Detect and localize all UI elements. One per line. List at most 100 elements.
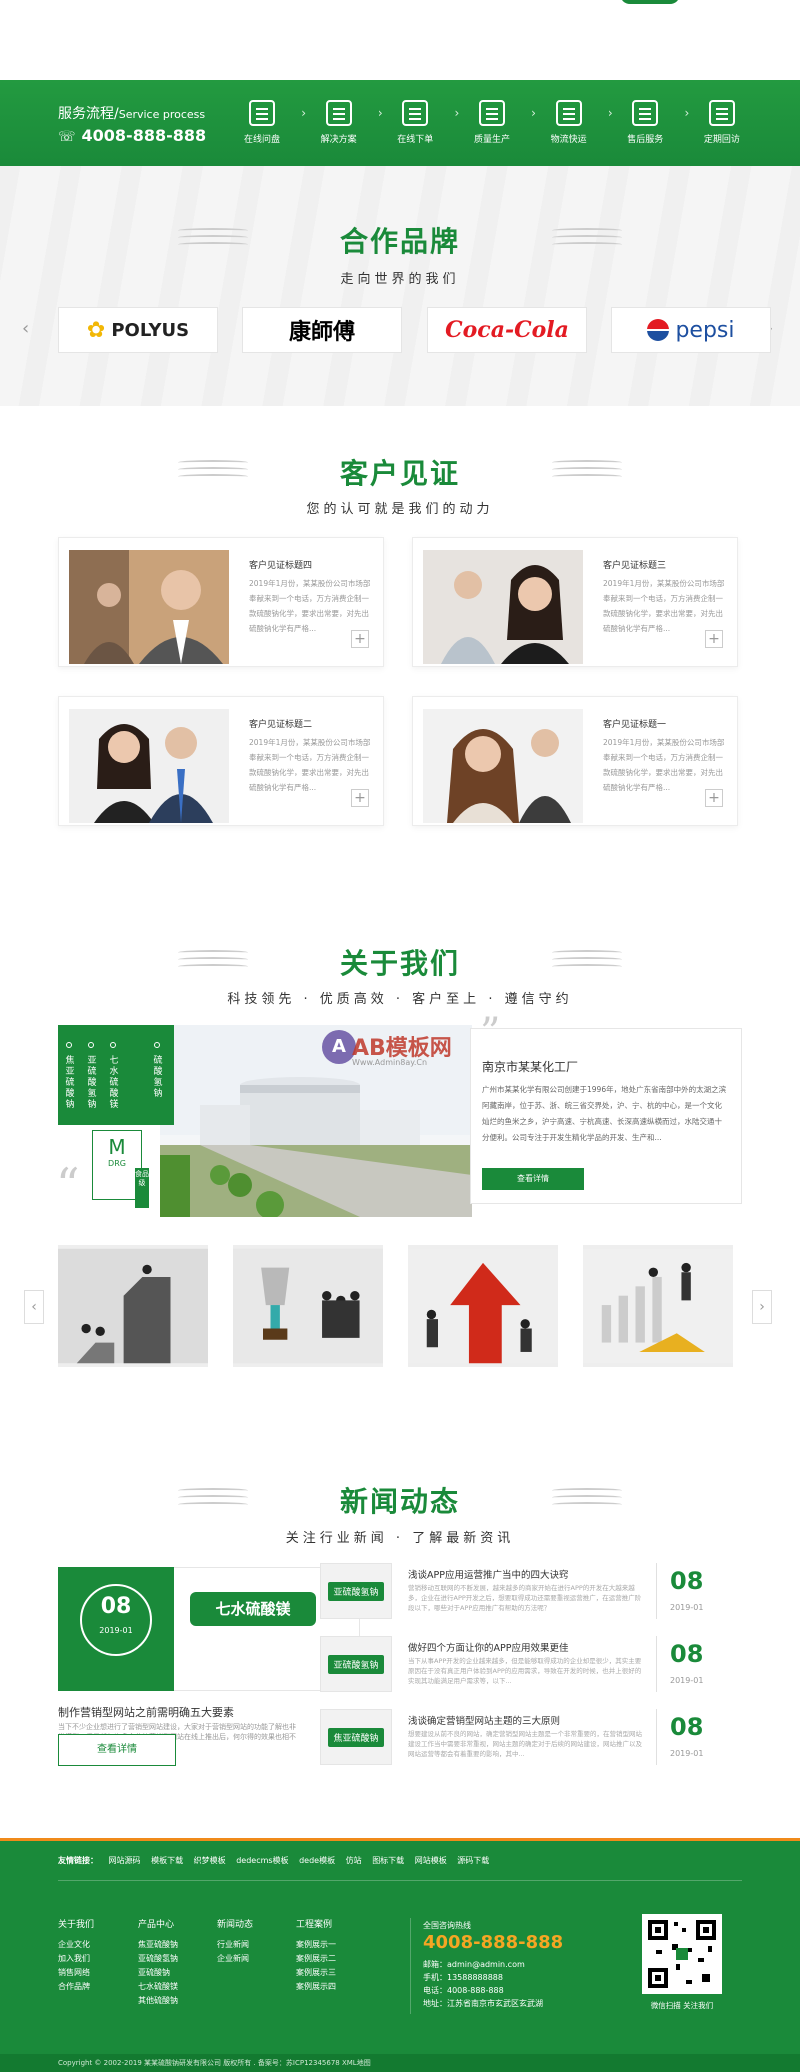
chevron-left-icon[interactable]: ‹	[24, 1290, 44, 1324]
footer-col-title[interactable]: 关于我们	[58, 1918, 94, 1932]
footer-col-title[interactable]: 工程案例	[296, 1918, 336, 1932]
service-title-zh: 服务流程/	[58, 106, 119, 122]
footer-link[interactable]: 焦亚硫酸钠	[138, 1938, 178, 1952]
friend-link[interactable]: 织梦模板	[194, 1856, 226, 1865]
footer-col-title[interactable]: 新闻动态	[217, 1918, 253, 1932]
service-step[interactable]: 在线下单 ›	[385, 96, 459, 156]
footer-link[interactable]: 案例展示二	[296, 1952, 336, 1966]
friend-link[interactable]: 图标下载	[372, 1856, 404, 1865]
news-title: 新闻动态	[339, 1485, 460, 1518]
headset-icon	[632, 100, 659, 126]
news-item-month: 2019-01	[670, 1676, 704, 1685]
footer-link[interactable]: 加入我们	[58, 1952, 94, 1966]
hotline-number: 4008-888-888	[423, 1932, 564, 1953]
friend-link[interactable]: 源码下载	[457, 1856, 489, 1865]
testimonial-title[interactable]: 客户见证标题一	[603, 717, 666, 730]
brand-label: pepsi	[675, 317, 735, 343]
footer-divider	[58, 1880, 742, 1881]
chevron-left-icon[interactable]: ‹	[22, 318, 29, 339]
footer-link[interactable]: 合作品牌	[58, 1980, 94, 1994]
plus-icon[interactable]: +	[351, 789, 369, 807]
friend-link[interactable]: 网站模板	[415, 1856, 447, 1865]
news-item-text: 想要建设从前不良的网站，确定营销型网站主题是一个非常重要的，在营销型网站建设工作…	[408, 1730, 642, 1758]
footer-link[interactable]: 案例展示四	[296, 1980, 336, 1994]
product-tag: 食品级	[135, 1168, 149, 1208]
footer-link[interactable]: 企业文化	[58, 1938, 94, 1952]
service-step[interactable]: 质量生产 ›	[462, 96, 536, 156]
footer-link[interactable]: 其他硫酸钠	[138, 1994, 178, 2008]
friend-link[interactable]: dede模板	[299, 1856, 335, 1865]
footer-link[interactable]: 案例展示一	[296, 1938, 336, 1952]
gallery-image[interactable]	[233, 1245, 383, 1367]
footer-link[interactable]: 案例展示三	[296, 1966, 336, 1980]
footer-link[interactable]: 企业新闻	[217, 1952, 253, 1966]
brand-kangshifu[interactable]: 康師傅	[242, 307, 402, 353]
about-more-button[interactable]: 查看详情	[482, 1168, 584, 1190]
news-thumb: 亚硫酸氢钠	[320, 1563, 392, 1619]
watermark-url: Www.Admin8ay.Cn	[352, 1058, 428, 1067]
testimonial-text: 2019年1月份，某某股份公司市场部奉献来到一个电话，万方消费企制一款硫酸钠化学…	[249, 579, 371, 633]
testimonial-title[interactable]: 客户见证标题四	[249, 558, 312, 571]
gallery-image[interactable]	[58, 1245, 208, 1367]
testimonial-card[interactable]: 客户见证标题一 2019年1月份，某某股份公司市场部奉献来到一个电话，万方消费企…	[412, 696, 738, 826]
service-step[interactable]: 解决方案 ›	[309, 96, 383, 156]
friend-link[interactable]: 网站源码	[109, 1856, 141, 1865]
service-step[interactable]: 物流快运 ›	[539, 96, 613, 156]
news-feature-title[interactable]: 制作营销型网站之前需明确五大要素	[58, 1704, 234, 1720]
news-feature-day: 08	[100, 1594, 132, 1619]
friend-link[interactable]: 模板下载	[151, 1856, 183, 1865]
brand-polyus[interactable]: ✿ POLYUS	[58, 307, 218, 353]
chevron-right-icon[interactable]: ›	[752, 1290, 772, 1324]
news-more-button[interactable]: 查看详情	[58, 1734, 176, 1766]
brand-pepsi[interactable]: pepsi	[611, 307, 771, 353]
news-item-title[interactable]: 浅谈确定营销型网站主题的三大原则	[408, 1713, 560, 1727]
plus-icon[interactable]: +	[705, 630, 723, 648]
footer-link[interactable]: 销售网络	[58, 1966, 94, 1980]
friend-link[interactable]: 仿站	[346, 1856, 362, 1865]
gallery-image[interactable]	[408, 1245, 558, 1367]
gallery-image[interactable]	[583, 1245, 733, 1367]
news-thumb-label: 亚硫酸氢钠	[328, 1581, 384, 1601]
plus-icon[interactable]: +	[351, 630, 369, 648]
service-steps: 在线问盘 › 解决方案 › 在线下单 › 质量生产 › 物流快运 › 售后服务 › 定期回访	[232, 96, 752, 156]
divider	[656, 1709, 657, 1765]
friend-links-label: 友情链接：	[58, 1856, 98, 1865]
footer-link[interactable]: 七水硫酸镁	[138, 1980, 178, 1994]
testimonial-text: 2019年1月份，某某股份公司市场部奉献来到一个电话，万方消费企制一款硫酸钠化学…	[603, 579, 725, 633]
testimonials-title: 客户见证	[339, 457, 460, 490]
plus-icon[interactable]: +	[705, 789, 723, 807]
testimonial-card[interactable]: 客户见证标题三 2019年1月份，某某股份公司市场部奉献来到一个电话，万方消费企…	[412, 537, 738, 667]
service-step-label: 解决方案	[320, 135, 357, 145]
friend-link[interactable]: dedecms模板	[236, 1856, 288, 1865]
footer-link[interactable]: 亚硫酸钠	[138, 1966, 178, 1980]
testimonial-card[interactable]: 客户见证标题二 2019年1月份，某某股份公司市场部奉献来到一个电话，万方消费企…	[58, 696, 384, 826]
brands-subtitle: 走向世界的我们	[340, 272, 460, 287]
brand-coca-cola[interactable]: Coca-Cola	[427, 307, 587, 353]
chart-icon	[249, 100, 275, 126]
chevron-right-icon: ›	[531, 106, 536, 120]
news-item-title[interactable]: 做好四个方面让你的APP应用效果更佳	[408, 1640, 568, 1654]
news-list-item[interactable]: 亚硫酸氢钠 做好四个方面让你的APP应用效果更佳 当下从事APP开发的企业越来越…	[320, 1636, 720, 1696]
footer-link[interactable]: 亚硫酸氢钠	[138, 1952, 178, 1966]
service-step[interactable]: 在线问盘 ›	[232, 96, 306, 156]
news-item-day: 08	[670, 1567, 704, 1595]
chevron-right-icon: ›	[454, 106, 460, 120]
news-feature-month: 2019-01	[99, 1626, 133, 1635]
copyright-text: Copyright © 2002-2019 某某硫酸钠研发有限公司 版权所有 .…	[58, 2059, 371, 2067]
testimonial-photo	[69, 709, 229, 823]
service-step[interactable]: 定期回访	[692, 96, 752, 156]
divider	[656, 1636, 657, 1692]
news-list-item[interactable]: 亚硫酸氢钠 浅谈APP应用运营推广当中的四大诀窍 营销移动互联网的不断发展，越来…	[320, 1563, 720, 1623]
brand-label: POLYUS	[111, 319, 190, 341]
logo-sub: DRG	[108, 1159, 126, 1168]
testimonial-title[interactable]: 客户见证标题二	[249, 717, 312, 730]
testimonial-title[interactable]: 客户见证标题三	[603, 558, 666, 571]
circle-icon	[110, 1042, 116, 1048]
news-list-item[interactable]: 焦亚硫酸钠 浅谈确定营销型网站主题的三大原则 想要建设从前不良的网站，确定营销型…	[320, 1709, 720, 1769]
footer-link[interactable]: 行业新闻	[217, 1938, 253, 1952]
company-name: 南京市某某化工厂	[482, 1060, 579, 1074]
news-item-title[interactable]: 浅谈APP应用运营推广当中的四大诀窍	[408, 1567, 568, 1581]
service-step[interactable]: 售后服务 ›	[615, 96, 689, 156]
testimonial-card[interactable]: 客户见证标题四 2019年1月份，某某股份公司市场部奉献来到一个电话，万方消费企…	[58, 537, 384, 667]
footer-col-title[interactable]: 产品中心	[138, 1918, 178, 1932]
